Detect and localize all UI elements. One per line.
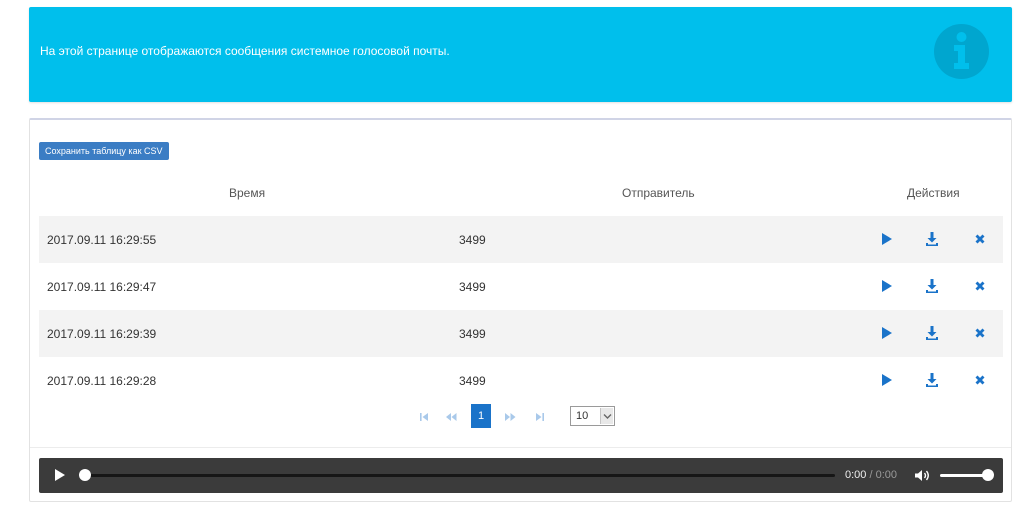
page-1-button[interactable]: 1 — [471, 404, 491, 428]
delete-icon[interactable] — [971, 277, 989, 295]
download-icon[interactable] — [923, 371, 941, 389]
divider — [30, 447, 1011, 448]
volume-thumb[interactable] — [982, 469, 994, 481]
column-header-sender[interactable]: Отправитель — [622, 186, 695, 200]
download-icon[interactable] — [923, 277, 941, 295]
page-size-select[interactable]: 10 — [570, 406, 615, 426]
volume-icon[interactable] — [914, 469, 930, 482]
delete-icon[interactable] — [971, 230, 989, 248]
save-csv-button[interactable]: Сохранить таблицу как CSV — [39, 142, 169, 160]
current-time: 0:00 — [845, 469, 867, 481]
voicemail-panel: Сохранить таблицу как CSV Время Отправит… — [29, 118, 1012, 502]
info-circle-icon — [934, 24, 989, 79]
column-header-actions: Действия — [907, 186, 960, 200]
table-row: 2017.09.11 16:29:28 3499 — [39, 357, 1003, 404]
time-display: 0:00 / 0:00 — [845, 469, 897, 481]
download-icon[interactable] — [923, 324, 941, 342]
row-sender: 3499 — [459, 327, 486, 341]
info-message: На этой странице отображаются сообщения … — [40, 44, 450, 58]
table-row: 2017.09.11 16:29:55 3499 — [39, 216, 1003, 263]
play-icon[interactable] — [877, 230, 895, 248]
voicemail-table-body: 2017.09.11 16:29:55 3499 2017.09.11 16:2… — [39, 216, 1003, 404]
page-size-value: 10 — [576, 410, 589, 422]
duration: 0:00 — [875, 469, 898, 481]
audio-player: 0:00 / 0:00 — [39, 458, 1003, 493]
last-page-icon[interactable] — [532, 409, 548, 425]
progress-thumb[interactable] — [79, 469, 91, 481]
progress-track[interactable] — [83, 474, 835, 477]
table-row: 2017.09.11 16:29:39 3499 — [39, 310, 1003, 357]
table-header: Время Отправитель Действия — [39, 182, 1003, 204]
pagination: 1 10 — [30, 404, 1013, 430]
row-time: 2017.09.11 16:29:39 — [47, 327, 157, 341]
row-sender: 3499 — [459, 374, 486, 388]
row-time: 2017.09.11 16:29:47 — [47, 280, 157, 294]
info-banner: На этой странице отображаются сообщения … — [29, 7, 1012, 102]
column-header-time[interactable]: Время — [229, 186, 265, 200]
play-icon[interactable] — [877, 324, 895, 342]
play-icon[interactable] — [877, 371, 895, 389]
delete-icon[interactable] — [971, 324, 989, 342]
play-icon[interactable] — [53, 468, 67, 482]
chevron-down-icon — [600, 408, 613, 424]
delete-icon[interactable] — [971, 371, 989, 389]
prev-page-icon[interactable] — [443, 409, 459, 425]
time-separator: / — [866, 469, 876, 481]
row-time: 2017.09.11 16:29:28 — [47, 374, 157, 388]
row-sender: 3499 — [459, 280, 486, 294]
row-sender: 3499 — [459, 233, 486, 247]
table-row: 2017.09.11 16:29:47 3499 — [39, 263, 1003, 310]
play-icon[interactable] — [877, 277, 895, 295]
download-icon[interactable] — [923, 230, 941, 248]
first-page-icon[interactable] — [416, 409, 432, 425]
next-page-icon[interactable] — [502, 409, 518, 425]
row-time: 2017.09.11 16:29:55 — [47, 233, 157, 247]
